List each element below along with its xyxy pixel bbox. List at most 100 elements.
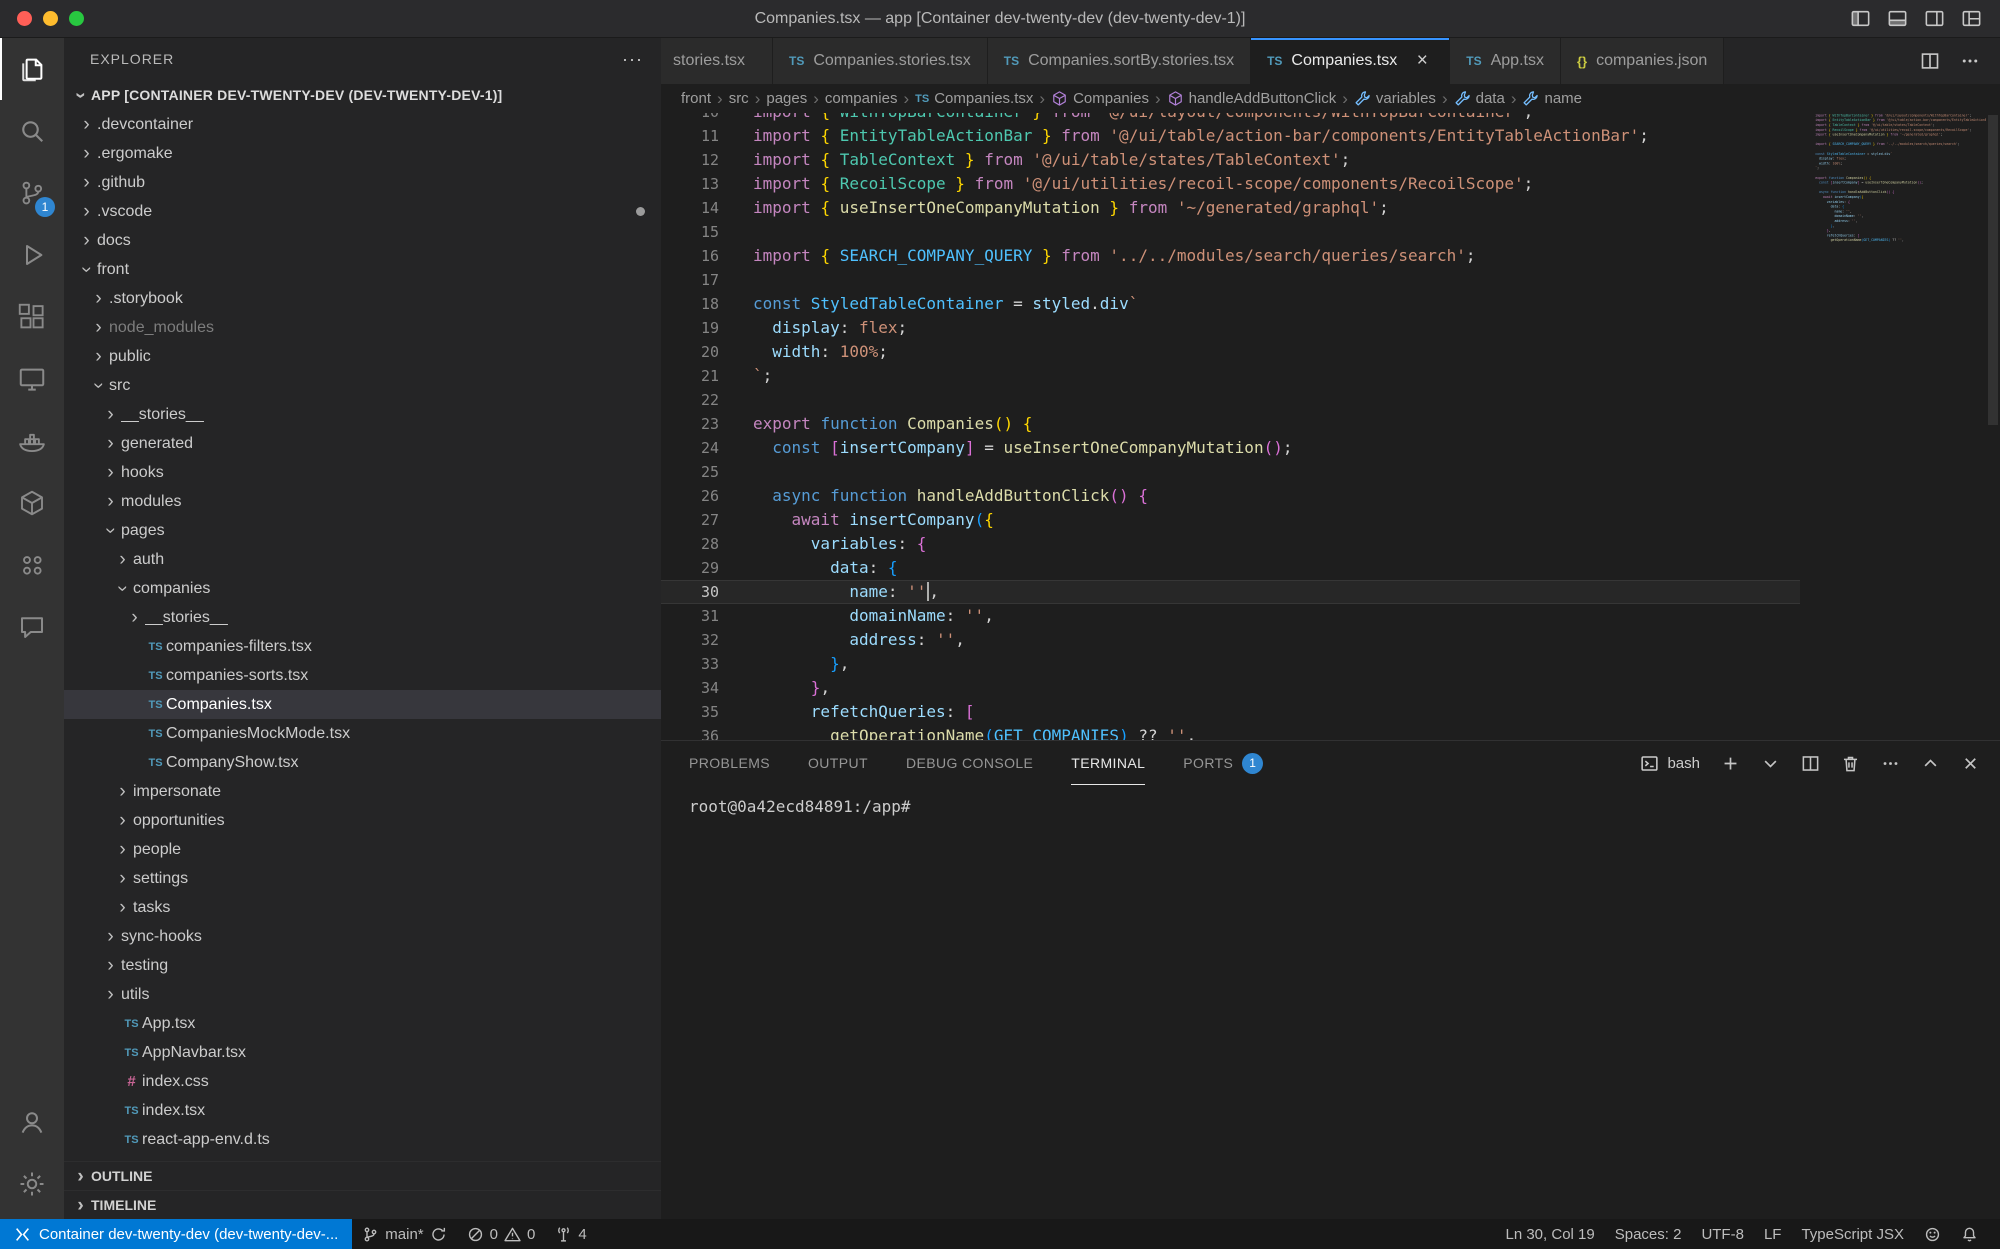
panel-tab-debug-console[interactable]: DEBUG CONSOLE xyxy=(906,741,1033,785)
code-line-32[interactable]: 32 address: '', xyxy=(661,628,1800,652)
tree-item-CompaniesMockMode.tsx[interactable]: TSCompaniesMockMode.tsx xyxy=(64,719,661,748)
tree-item-modules[interactable]: ›modules xyxy=(64,487,661,516)
vertical-scrollbar[interactable] xyxy=(1986,113,2000,740)
activity-run-debug[interactable] xyxy=(0,224,64,286)
zoom-button[interactable] xyxy=(69,11,84,26)
code-line-29[interactable]: 29 data: { xyxy=(661,556,1800,580)
panel-trash-button[interactable] xyxy=(1841,754,1860,773)
close-button[interactable] xyxy=(17,11,32,26)
code-line-28[interactable]: 28 variables: { xyxy=(661,532,1800,556)
activity-remote-explorer[interactable] xyxy=(0,348,64,410)
breadcrumb-data[interactable]: data xyxy=(1454,90,1505,107)
tab-Companies.sortBy.stories.tsx[interactable]: TSCompanies.sortBy.stories.tsx xyxy=(988,38,1251,84)
tab-Companies.stories.tsx[interactable]: TSCompanies.stories.tsx xyxy=(773,38,988,84)
panel-chevron-down-button[interactable] xyxy=(1761,754,1780,773)
more-actions-icon[interactable] xyxy=(1960,51,1980,71)
activity-extensions[interactable] xyxy=(0,286,64,348)
activity-explorer[interactable] xyxy=(0,38,64,100)
toggle-layout-grid-button[interactable] xyxy=(1961,8,1982,29)
panel-close-button[interactable] xyxy=(1961,754,1980,773)
tree-item-.devcontainer[interactable]: ›.devcontainer xyxy=(64,110,661,139)
activity-docker[interactable] xyxy=(0,410,64,472)
status-problems[interactable]: 00 xyxy=(457,1219,546,1249)
code-line-11[interactable]: 11import { EntityTableActionBar } from '… xyxy=(661,124,1800,148)
status-cursor-position[interactable]: Ln 30, Col 19 xyxy=(1495,1219,1604,1249)
tab-App.tsx[interactable]: TSApp.tsx xyxy=(1450,38,1561,84)
code-line-24[interactable]: 24 const [insertCompany] = useInsertOneC… xyxy=(661,436,1800,460)
activity-source-control[interactable]: 1 xyxy=(0,162,64,224)
tree-item-CompanyShow.tsx[interactable]: TSCompanyShow.tsx xyxy=(64,748,661,777)
panel-tab-problems[interactable]: PROBLEMS xyxy=(689,741,770,785)
minimap[interactable]: 10import { WithTopBarContainer } from '@… xyxy=(1814,113,1986,740)
tree-item-.storybook[interactable]: ›.storybook xyxy=(64,284,661,313)
tab-stories.tsx[interactable]: stories.tsx xyxy=(661,38,773,84)
tree-item-.ergomake[interactable]: ›.ergomake xyxy=(64,139,661,168)
tree-item-react-app-env.d.ts[interactable]: TSreact-app-env.d.ts xyxy=(64,1125,661,1154)
breadcrumb-name[interactable]: name xyxy=(1522,90,1582,107)
tree-item-public[interactable]: ›public xyxy=(64,342,661,371)
terminal-content[interactable]: root@0a42ecd84891:/app# xyxy=(661,785,2000,816)
panel-more-button[interactable] xyxy=(1881,754,1900,773)
tree-item-__stories__[interactable]: ›__stories__ xyxy=(64,603,661,632)
status-indentation[interactable]: Spaces: 2 xyxy=(1605,1219,1692,1249)
tree-item-node_modules[interactable]: ›node_modules xyxy=(64,313,661,342)
code-line-17[interactable]: 17 xyxy=(661,268,1800,292)
tree-item-docs[interactable]: ›docs xyxy=(64,226,661,255)
tree-item-settings[interactable]: ›settings xyxy=(64,864,661,893)
code-line-18[interactable]: 18const StyledTableContainer = styled.di… xyxy=(661,292,1800,316)
tree-item-testing[interactable]: ›testing xyxy=(64,951,661,980)
tree-item-AppNavbar.tsx[interactable]: TSAppNavbar.tsx xyxy=(64,1038,661,1067)
activity-manage[interactable] xyxy=(0,1153,64,1215)
tree-item-opportunities[interactable]: ›opportunities xyxy=(64,806,661,835)
breadcrumb-variables[interactable]: variables xyxy=(1354,90,1436,107)
section-outline[interactable]: ›OUTLINE xyxy=(64,1161,661,1190)
code-line-35[interactable]: 35 refetchQueries: [ xyxy=(661,700,1800,724)
tree-item-utils[interactable]: ›utils xyxy=(64,980,661,1009)
toggle-layout-bottom-button[interactable] xyxy=(1887,8,1908,29)
code-line-31[interactable]: 31 domainName: '', xyxy=(661,604,1800,628)
breadcrumb-Companies[interactable]: Companies xyxy=(1051,90,1149,107)
tree-item-tasks[interactable]: ›tasks xyxy=(64,893,661,922)
code-line-16[interactable]: 16import { SEARCH_COMPANY_QUERY } from '… xyxy=(661,244,1800,268)
panel-tab-terminal[interactable]: TERMINAL xyxy=(1071,741,1145,785)
tab-companies.json[interactable]: {}companies.json xyxy=(1561,38,1724,84)
tree-item-src[interactable]: ›src xyxy=(64,371,661,400)
tree-item-auth[interactable]: ›auth xyxy=(64,545,661,574)
status-language-mode[interactable]: TypeScript JSX xyxy=(1791,1219,1914,1249)
panel-chevron-up-button[interactable] xyxy=(1921,754,1940,773)
more-actions-icon[interactable]: ··· xyxy=(622,49,643,70)
minimize-button[interactable] xyxy=(43,11,58,26)
tree-item-__stories__[interactable]: ›__stories__ xyxy=(64,400,661,429)
breadcrumb-companies[interactable]: companies xyxy=(825,90,898,107)
code-line-30[interactable]: 30 name: '', xyxy=(661,580,1800,604)
tree-item-hooks[interactable]: ›hooks xyxy=(64,458,661,487)
code-line-12[interactable]: 12import { TableContext } from '@/ui/tab… xyxy=(661,148,1800,172)
code-line-33[interactable]: 33 }, xyxy=(661,652,1800,676)
code-line-27[interactable]: 27 await insertCompany({ xyxy=(661,508,1800,532)
status-encoding[interactable]: UTF-8 xyxy=(1691,1219,1754,1249)
tree-item-.github[interactable]: ›.github xyxy=(64,168,661,197)
activity-extension-grid[interactable] xyxy=(0,534,64,596)
status-git-branch[interactable]: main* xyxy=(352,1219,456,1249)
activity-accounts[interactable] xyxy=(0,1091,64,1153)
code-line-13[interactable]: 13import { RecoilScope } from '@/ui/util… xyxy=(661,172,1800,196)
tree-item-companies-filters.tsx[interactable]: TScompanies-filters.tsx xyxy=(64,632,661,661)
breadcrumb-front[interactable]: front xyxy=(681,90,711,107)
tree-item-impersonate[interactable]: ›impersonate xyxy=(64,777,661,806)
code-line-26[interactable]: 26 async function handleAddButtonClick()… xyxy=(661,484,1800,508)
code-line-36[interactable]: 36 getOperationName(GET_COMPANIES) ?? ''… xyxy=(661,724,1800,740)
tree-item-front[interactable]: ›front xyxy=(64,255,661,284)
terminal-profile-bash[interactable]: bash xyxy=(1640,754,1700,773)
code-line-14[interactable]: 14import { useInsertOneCompanyMutation }… xyxy=(661,196,1800,220)
tree-item-.vscode[interactable]: ›.vscode xyxy=(64,197,661,226)
code-line-22[interactable]: 22 xyxy=(661,388,1800,412)
tree-item-index.css[interactable]: #index.css xyxy=(64,1067,661,1096)
tree-item-index.tsx[interactable]: TSindex.tsx xyxy=(64,1096,661,1125)
panel-tab-output[interactable]: OUTPUT xyxy=(808,741,868,785)
tree-item-pages[interactable]: ›pages xyxy=(64,516,661,545)
tree-item-companies[interactable]: ›companies xyxy=(64,574,661,603)
activity-search[interactable] xyxy=(0,100,64,162)
tree-item-companies-sorts.tsx[interactable]: TScompanies-sorts.tsx xyxy=(64,661,661,690)
tree-item-people[interactable]: ›people xyxy=(64,835,661,864)
code-line-15[interactable]: 15 xyxy=(661,220,1800,244)
